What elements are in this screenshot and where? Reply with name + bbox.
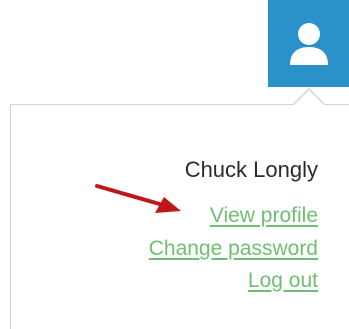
user-avatar-button[interactable]: [268, 0, 349, 87]
change-password-link[interactable]: Change password: [149, 237, 318, 261]
annotation-arrow-icon: [95, 184, 181, 213]
user-name-label: Chuck Longly: [184, 157, 318, 182]
view-profile-link[interactable]: View profile: [210, 204, 318, 228]
log-out-link[interactable]: Log out: [248, 269, 318, 293]
user-icon: [289, 22, 328, 65]
user-menu-screenshot: Chuck Longly View profile Change passwor…: [0, 0, 349, 329]
